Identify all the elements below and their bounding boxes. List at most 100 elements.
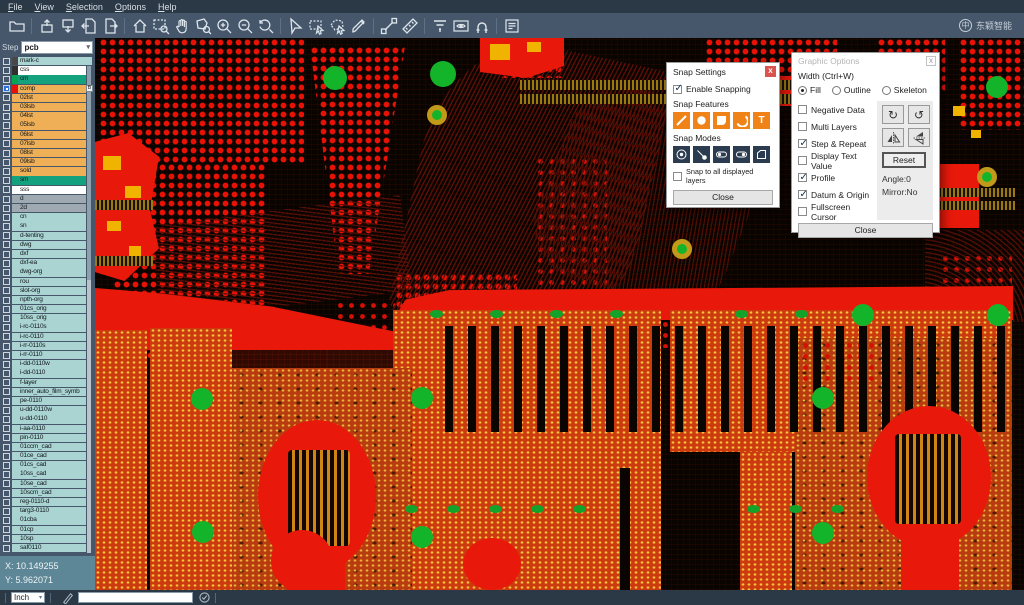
layer-visibility-checkbox[interactable] bbox=[3, 186, 10, 193]
layer-row-01ccm_cad[interactable]: 01ccm_cad bbox=[2, 443, 86, 451]
layer-visibility-checkbox[interactable] bbox=[3, 269, 10, 276]
layer-visibility-checkbox[interactable] bbox=[3, 150, 10, 157]
layer-row-01cs_cad[interactable]: 01cs_cad bbox=[2, 461, 86, 469]
layer-visibility-checkbox[interactable] bbox=[3, 453, 10, 460]
graphic-option-step-repeat[interactable]: Step & Repeat bbox=[798, 135, 877, 152]
layer-visibility-checkbox[interactable] bbox=[3, 526, 10, 533]
layer-visibility-checkbox[interactable] bbox=[3, 177, 10, 184]
snap-magnet-button[interactable] bbox=[471, 15, 492, 36]
step-select[interactable]: pcb ▾ bbox=[21, 41, 93, 54]
layer-name-label[interactable]: 01ce_cad bbox=[18, 452, 86, 460]
checkbox-icon[interactable] bbox=[673, 172, 682, 181]
select-polygon-button[interactable] bbox=[327, 15, 348, 36]
layer-visibility-checkbox[interactable] bbox=[3, 67, 10, 74]
checkbox-icon[interactable] bbox=[798, 156, 807, 165]
layer-name-label[interactable]: d bbox=[18, 195, 86, 203]
layer-row-d-tenting[interactable]: d-tenting bbox=[2, 232, 86, 240]
layer-visibility-checkbox[interactable] bbox=[3, 131, 10, 138]
layer-row-cn[interactable]: cn bbox=[2, 213, 86, 221]
snap-mode-slot-left-button[interactable] bbox=[713, 146, 730, 163]
graphic-option-multi-layers[interactable]: Multi Layers bbox=[798, 118, 877, 135]
layer-row-comp[interactable]: compB bbox=[2, 85, 86, 93]
layer-name-label[interactable]: dxf-ea bbox=[18, 259, 86, 267]
snap-mode-center-button[interactable] bbox=[673, 146, 690, 163]
layer-name-label[interactable]: 10se_cad bbox=[18, 480, 86, 488]
layer-row-09lsb[interactable]: 09lsb bbox=[2, 158, 86, 166]
layer-name-label[interactable]: 10sp bbox=[18, 535, 86, 543]
export-box-button[interactable] bbox=[57, 15, 78, 36]
menu-options[interactable]: Options bbox=[111, 2, 154, 12]
script-page-icon[interactable] bbox=[62, 592, 74, 604]
layer-row-i-rc-0110[interactable]: i-rc-0110 bbox=[2, 333, 86, 341]
layer-visibility-checkbox[interactable] bbox=[3, 315, 10, 322]
import-box-button[interactable] bbox=[36, 15, 57, 36]
layer-row-10scm_cad[interactable]: 10scm_cad bbox=[2, 489, 86, 497]
checkbox-icon[interactable] bbox=[798, 190, 807, 199]
layer-name-label[interactable]: 01cs_cad bbox=[18, 461, 86, 469]
layer-row-10sp[interactable]: 10sp bbox=[2, 535, 86, 543]
layer-row-dwg-org[interactable]: dwg-org bbox=[2, 268, 86, 276]
page-forward-button[interactable] bbox=[99, 15, 120, 36]
layer-name-label[interactable]: dwg-org bbox=[18, 268, 86, 276]
layer-visibility-checkbox[interactable] bbox=[3, 471, 10, 478]
mirror-vertical-button[interactable] bbox=[908, 128, 930, 147]
graphic-option-profile[interactable]: Profile bbox=[798, 169, 877, 186]
layer-visibility-checkbox[interactable] bbox=[3, 214, 10, 221]
zoom-previous-button[interactable] bbox=[255, 15, 276, 36]
layer-row-dxf[interactable]: dxf bbox=[2, 250, 86, 258]
snap-mode-vertex-button[interactable] bbox=[753, 146, 770, 163]
layer-row-01cp[interactable]: 01cp bbox=[2, 526, 86, 534]
layer-row-08lst[interactable]: 08lst bbox=[2, 149, 86, 157]
layer-list-scrollbar[interactable] bbox=[87, 66, 91, 553]
view-eye-button[interactable] bbox=[450, 15, 471, 36]
layer-row-10ss_orig[interactable]: 10ss_orig bbox=[2, 314, 86, 322]
layer-name-label[interactable]: cn bbox=[18, 213, 86, 221]
unit-select[interactable]: Inch ▾ bbox=[11, 592, 45, 603]
checkbox-icon[interactable] bbox=[798, 105, 807, 114]
radio-outline[interactable] bbox=[832, 86, 841, 95]
layer-name-label[interactable]: css bbox=[18, 66, 86, 74]
layer-row-rou[interactable]: rou bbox=[2, 278, 86, 286]
layer-visibility-checkbox[interactable] bbox=[3, 545, 10, 552]
layer-visibility-checkbox[interactable] bbox=[3, 94, 10, 101]
layer-visibility-checkbox[interactable] bbox=[3, 352, 10, 359]
layer-row-inner_auto_film_symb[interactable]: inner_auto_film_symb bbox=[2, 388, 86, 396]
layer-name-label[interactable]: 01ccm_cad bbox=[18, 443, 86, 451]
menu-help[interactable]: Help bbox=[154, 2, 185, 12]
command-input[interactable] bbox=[78, 592, 193, 603]
layer-name-label[interactable]: i-rc-0110 bbox=[18, 333, 86, 341]
layer-row-saf0110[interactable]: saf0110 bbox=[2, 544, 86, 552]
layer-name-label[interactable]: 03lsb bbox=[18, 103, 86, 111]
layer-name-label[interactable]: slot-org bbox=[18, 287, 86, 295]
layer-name-label[interactable]: 10ss_cad bbox=[18, 470, 86, 478]
layer-row-d[interactable]: d bbox=[2, 195, 86, 203]
snap-all-layers-checkbox[interactable]: Snap to all displayed layers bbox=[673, 167, 773, 185]
layer-name-label[interactable]: targ3-0110 bbox=[18, 507, 86, 515]
layer-visibility-checkbox[interactable] bbox=[3, 490, 10, 497]
layer-name-label[interactable]: i-dd-0110 bbox=[18, 369, 86, 377]
radio-skeleton[interactable] bbox=[882, 86, 891, 95]
layer-row-i-dd-0110w[interactable]: i-dd-0110w bbox=[2, 360, 86, 368]
layer-visibility-checkbox[interactable] bbox=[3, 306, 10, 313]
layer-visibility-checkbox[interactable] bbox=[3, 122, 10, 129]
layer-visibility-checkbox[interactable] bbox=[3, 278, 10, 285]
snap-feature-surface-button[interactable] bbox=[713, 112, 730, 129]
layer-row-dwg[interactable]: dwg bbox=[2, 241, 86, 249]
layer-name-label[interactable]: pe-0110 bbox=[18, 397, 86, 405]
checkbox-icon[interactable] bbox=[673, 85, 682, 94]
layer-row-slot-org[interactable]: slot-org bbox=[2, 287, 86, 295]
layer-row-01cs_orig[interactable]: 01cs_orig bbox=[2, 305, 86, 313]
layer-visibility-checkbox[interactable] bbox=[3, 388, 10, 395]
layer-name-label[interactable]: saf0110 bbox=[18, 544, 86, 552]
graphic-option-negative-data[interactable]: Negative Data bbox=[798, 101, 877, 118]
snap-feature-circle-button[interactable] bbox=[693, 112, 710, 129]
layer-name-label[interactable]: u-dd-0110w bbox=[18, 406, 86, 414]
mirror-horizontal-button[interactable] bbox=[882, 128, 904, 147]
layer-visibility-checkbox[interactable] bbox=[3, 508, 10, 515]
layer-visibility-checkbox[interactable] bbox=[3, 58, 10, 65]
layer-row-01ce_cad[interactable]: 01ce_cad bbox=[2, 452, 86, 460]
layer-visibility-checkbox[interactable] bbox=[3, 480, 10, 487]
layer-visibility-checkbox[interactable] bbox=[3, 223, 10, 230]
snap-feature-text-button[interactable]: T bbox=[753, 112, 770, 129]
layer-name-label[interactable]: u-dd-0110 bbox=[18, 415, 86, 423]
